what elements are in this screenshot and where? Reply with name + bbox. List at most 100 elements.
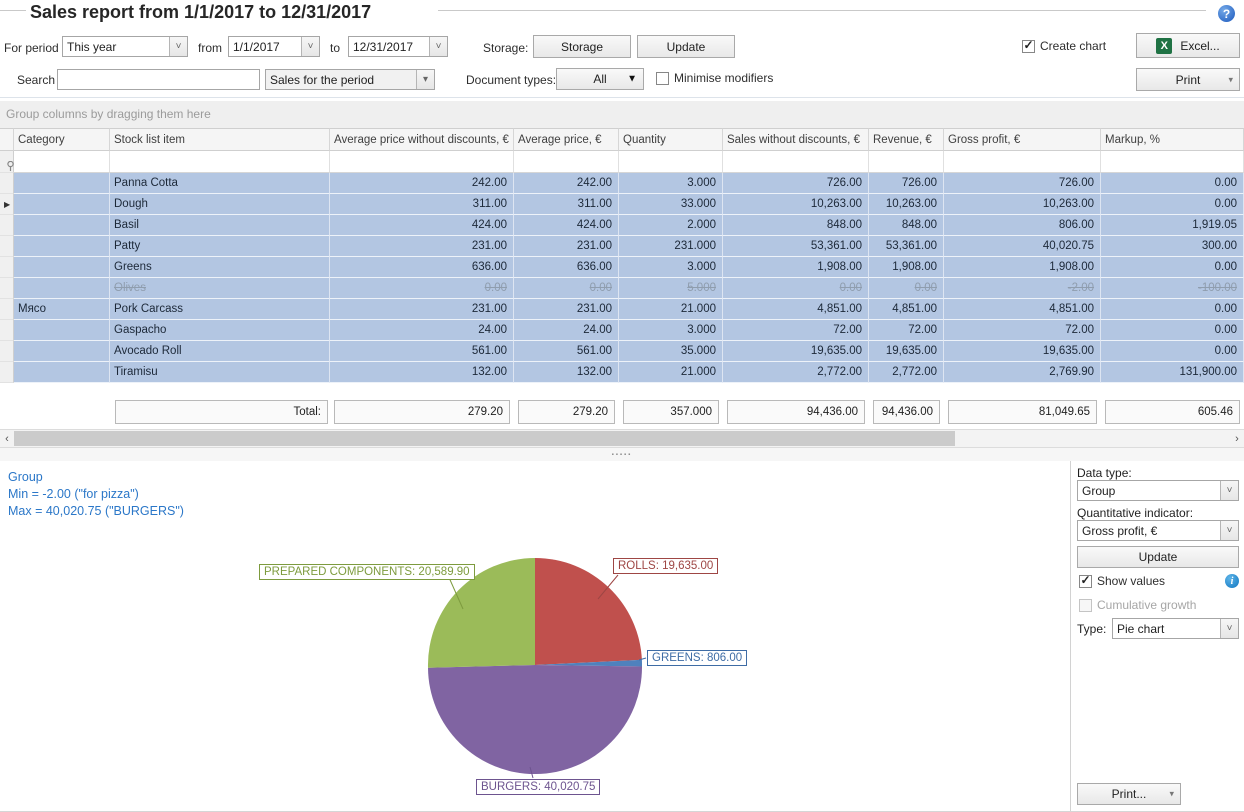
- filter-cell[interactable]: [14, 151, 110, 173]
- filter-cell[interactable]: [619, 151, 723, 173]
- excel-button[interactable]: X Excel...: [1136, 33, 1240, 58]
- period-select[interactable]: This year ˅: [62, 36, 188, 57]
- cell-value[interactable]: 132.00: [330, 362, 514, 383]
- create-chart-checkbox[interactable]: Create chart: [1022, 39, 1106, 53]
- cell-stock-item[interactable]: Olives: [110, 278, 330, 299]
- cell-value[interactable]: 0.00: [330, 278, 514, 299]
- cell-value[interactable]: 3.000: [619, 257, 723, 278]
- table-row[interactable]: Tiramisu132.00132.0021.0002,772.002,772.…: [0, 362, 1244, 383]
- cell-value[interactable]: 2,769.90: [944, 362, 1101, 383]
- show-values-checkbox[interactable]: Show values: [1079, 574, 1165, 588]
- table-row[interactable]: МясоPork Carcass231.00231.0021.0004,851.…: [0, 299, 1244, 320]
- chart-update-button[interactable]: Update: [1077, 546, 1239, 568]
- chart-print-button[interactable]: Print... ▾: [1077, 783, 1181, 805]
- chart-type-select[interactable]: Pie chart ˅: [1112, 618, 1239, 639]
- cell-value[interactable]: 242.00: [514, 173, 619, 194]
- cell-value[interactable]: 3.000: [619, 320, 723, 341]
- cell-value[interactable]: 231.000: [619, 236, 723, 257]
- cell-value[interactable]: 10,263.00: [944, 194, 1101, 215]
- cell-value[interactable]: 242.00: [330, 173, 514, 194]
- cell-value[interactable]: 24.00: [514, 320, 619, 341]
- cell-stock-item[interactable]: Pork Carcass: [110, 299, 330, 320]
- chevron-down-icon[interactable]: ˅: [301, 37, 319, 56]
- cell-value[interactable]: 424.00: [330, 215, 514, 236]
- table-row[interactable]: Patty231.00231.00231.00053,361.0053,361.…: [0, 236, 1244, 257]
- cell-value[interactable]: 424.00: [514, 215, 619, 236]
- cell-value[interactable]: 0.00: [1101, 299, 1244, 320]
- cell-value[interactable]: -2.00: [944, 278, 1101, 299]
- cell-value[interactable]: 1,908.00: [944, 257, 1101, 278]
- cell-value[interactable]: 19,635.00: [723, 341, 869, 362]
- column-header[interactable]: Average price, €: [514, 128, 619, 151]
- cell-value[interactable]: 231.00: [330, 299, 514, 320]
- scrollbar-thumb[interactable]: [14, 431, 955, 446]
- cell-value[interactable]: 53,361.00: [723, 236, 869, 257]
- cell-value[interactable]: 0.00: [1101, 320, 1244, 341]
- cell-value[interactable]: 19,635.00: [869, 341, 944, 362]
- cell-value[interactable]: 1,908.00: [869, 257, 944, 278]
- cell-stock-item[interactable]: Patty: [110, 236, 330, 257]
- cell-value[interactable]: 0.00: [1101, 194, 1244, 215]
- info-icon[interactable]: i: [1225, 574, 1239, 588]
- cell-value[interactable]: 35.000: [619, 341, 723, 362]
- table-row[interactable]: Avocado Roll561.00561.0035.00019,635.001…: [0, 341, 1244, 362]
- cell-value[interactable]: 561.00: [514, 341, 619, 362]
- cell-value[interactable]: 311.00: [330, 194, 514, 215]
- cell-value[interactable]: 2.000: [619, 215, 723, 236]
- column-header[interactable]: Quantity: [619, 128, 723, 151]
- column-header[interactable]: Markup, %: [1101, 128, 1244, 151]
- cell-value[interactable]: 726.00: [869, 173, 944, 194]
- cell-value[interactable]: 0.00: [869, 278, 944, 299]
- table-row[interactable]: Olives0.000.005.0000.000.00-2.00-100.00: [0, 278, 1244, 299]
- cell-category[interactable]: [14, 362, 110, 383]
- table-row[interactable]: Greens636.00636.003.0001,908.001,908.001…: [0, 257, 1244, 278]
- cell-category[interactable]: [14, 320, 110, 341]
- filter-cell[interactable]: [514, 151, 619, 173]
- column-header[interactable]: Category: [14, 128, 110, 151]
- cell-value[interactable]: 311.00: [514, 194, 619, 215]
- pie-slice-rolls[interactable]: [535, 558, 642, 665]
- print-button[interactable]: Print ▾: [1136, 68, 1240, 91]
- cell-value[interactable]: 72.00: [869, 320, 944, 341]
- cell-value[interactable]: 72.00: [944, 320, 1101, 341]
- filter-cell[interactable]: [723, 151, 869, 173]
- cell-value[interactable]: 2,772.00: [869, 362, 944, 383]
- column-header[interactable]: Stock list item: [110, 128, 330, 151]
- cell-value[interactable]: 561.00: [330, 341, 514, 362]
- date-to-select[interactable]: 12/31/2017 ˅: [348, 36, 448, 57]
- cell-value[interactable]: 21.000: [619, 299, 723, 320]
- cell-value[interactable]: 5.000: [619, 278, 723, 299]
- cell-category[interactable]: [14, 341, 110, 362]
- search-input[interactable]: [57, 69, 260, 90]
- table-filter-row[interactable]: [0, 151, 1244, 173]
- splitter-handle[interactable]: ▪▪▪▪▪: [0, 448, 1244, 461]
- cell-value[interactable]: 1,919.05: [1101, 215, 1244, 236]
- table-row[interactable]: ▶Dough311.00311.0033.00010,263.0010,263.…: [0, 194, 1244, 215]
- cell-value[interactable]: 10,263.00: [869, 194, 944, 215]
- table-row[interactable]: Panna Cotta242.00242.003.000726.00726.00…: [0, 173, 1244, 194]
- cell-stock-item[interactable]: Gaspacho: [110, 320, 330, 341]
- cell-value[interactable]: 0.00: [1101, 341, 1244, 362]
- horizontal-scrollbar[interactable]: ‹ ›: [0, 429, 1244, 448]
- help-icon[interactable]: ?: [1218, 5, 1235, 22]
- cell-value[interactable]: 0.00: [1101, 257, 1244, 278]
- cell-value[interactable]: 3.000: [619, 173, 723, 194]
- cell-stock-item[interactable]: Avocado Roll: [110, 341, 330, 362]
- cell-stock-item[interactable]: Basil: [110, 215, 330, 236]
- cell-value[interactable]: 4,851.00: [723, 299, 869, 320]
- column-header[interactable]: Sales without discounts, €: [723, 128, 869, 151]
- cell-value[interactable]: 21.000: [619, 362, 723, 383]
- cell-value[interactable]: 231.00: [514, 299, 619, 320]
- chevron-down-icon[interactable]: ˅: [1220, 521, 1238, 540]
- cell-stock-item[interactable]: Greens: [110, 257, 330, 278]
- cell-stock-item[interactable]: Tiramisu: [110, 362, 330, 383]
- pie-slice-burgers[interactable]: [428, 665, 642, 774]
- cell-value[interactable]: 53,361.00: [869, 236, 944, 257]
- filter-cell[interactable]: [110, 151, 330, 173]
- cell-value[interactable]: -100.00: [1101, 278, 1244, 299]
- cell-value[interactable]: 231.00: [514, 236, 619, 257]
- data-type-select[interactable]: Group ˅: [1077, 480, 1239, 501]
- cell-value[interactable]: 231.00: [330, 236, 514, 257]
- cell-value[interactable]: 24.00: [330, 320, 514, 341]
- cell-value[interactable]: 0.00: [1101, 173, 1244, 194]
